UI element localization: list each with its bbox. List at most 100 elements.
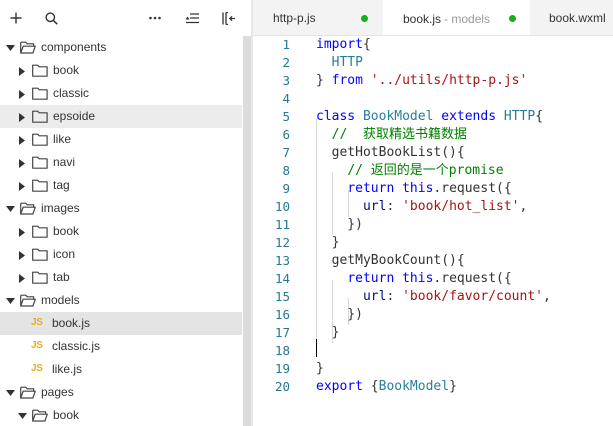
code-token: import xyxy=(316,37,363,52)
code-editor[interactable]: 1 import{2 HTTP 3} from '../utils/http-p.j… xyxy=(253,36,613,426)
line-number: 20 xyxy=(274,379,290,394)
line-number: 13 xyxy=(274,253,290,268)
code-token: class xyxy=(316,109,356,124)
folder-icon xyxy=(32,156,48,169)
code-token: { xyxy=(535,109,544,124)
tree-item-book[interactable]: book xyxy=(0,220,242,243)
chevron-right-icon[interactable] xyxy=(17,89,27,99)
tab-title: book.wxml xyxy=(549,11,606,25)
code-line: 1 import{ xyxy=(253,36,613,54)
code-token: { xyxy=(362,37,371,52)
code-token: (){ xyxy=(441,145,465,160)
tree-item-epsoide[interactable]: epsoide xyxy=(0,105,242,128)
code-text: } xyxy=(316,360,324,378)
tree-item-icon[interactable]: icon xyxy=(0,243,242,266)
line-number: 1 xyxy=(282,37,290,52)
code-token: : xyxy=(386,199,403,214)
code-token: } xyxy=(316,73,332,88)
collapse-sidebar-icon[interactable] xyxy=(219,8,239,28)
code-token: getMyBookCount xyxy=(331,253,442,268)
folder-open-icon xyxy=(20,294,36,307)
plus-icon[interactable] xyxy=(6,8,26,28)
tree-item-navi[interactable]: navi xyxy=(0,151,242,174)
line-number: 18 xyxy=(274,343,290,358)
code-token: (){ xyxy=(441,253,465,268)
chevron-right-icon[interactable] xyxy=(17,135,27,145)
code-token: } xyxy=(316,361,324,376)
tree-item-pages[interactable]: pages xyxy=(0,381,242,404)
code-line: 18 xyxy=(253,342,613,360)
tree-item-components[interactable]: components xyxy=(0,36,242,59)
tree-item-book[interactable]: book xyxy=(0,404,242,426)
tree-item-book-js[interactable]: JS book.js xyxy=(0,312,242,335)
code-line: 19} xyxy=(253,360,613,378)
line-number: 19 xyxy=(274,361,290,376)
chevron-right-icon[interactable] xyxy=(17,227,27,237)
tab-title: http-p.js xyxy=(273,11,316,25)
tree-item-classic[interactable]: classic xyxy=(0,82,242,105)
chevron-right-icon[interactable] xyxy=(17,158,27,168)
code-text: import{ xyxy=(316,36,371,54)
code-token: url xyxy=(362,199,387,214)
js-file-icon: JS xyxy=(31,340,43,351)
search-icon[interactable] xyxy=(41,8,61,28)
code-line: 7 getHotBookList(){ xyxy=(253,144,613,162)
code-token: 'book/hot_list' xyxy=(402,199,520,214)
code-text: class BookModel extends HTTP{ xyxy=(316,108,543,126)
tree-item-label: pages xyxy=(41,385,74,399)
chevron-down-icon[interactable] xyxy=(17,411,27,421)
code-token: getHotBookList xyxy=(331,145,442,160)
code-token: // 获取精选书籍数据 xyxy=(331,127,467,142)
code-line: 15 url: 'book/favor/count', xyxy=(253,288,613,306)
tree-item-like[interactable]: like xyxy=(0,128,242,151)
chevron-right-icon[interactable] xyxy=(17,250,27,260)
chevron-down-icon[interactable] xyxy=(5,296,15,306)
tab-book-js[interactable]: book.js - models xyxy=(383,0,530,35)
code-token: url xyxy=(362,289,387,304)
tab-http-p-js[interactable]: http-p.js xyxy=(253,0,383,35)
tree-item-images[interactable]: images xyxy=(0,197,242,220)
tree-item-like-js[interactable]: JS like.js xyxy=(0,358,242,381)
code-text: return this.request({ xyxy=(316,180,511,198)
line-number: 17 xyxy=(274,325,290,340)
code-line: 13 getMyBookCount(){ xyxy=(253,252,613,270)
chevron-right-icon[interactable] xyxy=(17,181,27,191)
folder-open-icon xyxy=(20,41,36,54)
chevron-down-icon[interactable] xyxy=(5,388,15,398)
code-token: BookModel xyxy=(362,109,434,124)
chevron-right-icon[interactable] xyxy=(17,273,27,283)
tree-item-book[interactable]: book xyxy=(0,59,242,82)
tree-item-label: navi xyxy=(53,155,76,169)
tree-item-label: classic xyxy=(53,86,90,100)
tree-item-tab[interactable]: tab xyxy=(0,266,242,289)
code-line: 10 url: 'book/hot_list', xyxy=(253,198,613,216)
chevron-right-icon[interactable] xyxy=(17,66,27,76)
chevron-down-icon[interactable] xyxy=(5,204,15,214)
code-token: , xyxy=(519,199,528,214)
tab-book-wxml[interactable]: book.wxml xyxy=(530,0,613,35)
sort-icon[interactable] xyxy=(182,8,202,28)
folder-icon xyxy=(32,248,48,261)
line-number: 8 xyxy=(282,163,290,178)
chevron-down-icon[interactable] xyxy=(5,43,15,53)
js-file-icon: JS xyxy=(31,317,43,328)
tree-item-models[interactable]: models xyxy=(0,289,242,312)
tree-item-tag[interactable]: tag xyxy=(0,174,242,197)
chevron-right-icon[interactable] xyxy=(17,112,27,122)
code-line: 9 return this.request({ xyxy=(253,180,613,198)
tree-item-label: like.js xyxy=(52,362,83,376)
code-token: : xyxy=(386,289,403,304)
more-horizontal-icon[interactable] xyxy=(145,8,165,28)
code-line: 17 } xyxy=(253,324,613,342)
folder-icon xyxy=(32,87,48,100)
tree-item-classic-js[interactable]: JS classic.js xyxy=(0,335,242,358)
tree-item-label: icon xyxy=(53,247,76,261)
code-text: getMyBookCount(){ xyxy=(316,252,465,270)
folder-icon xyxy=(32,271,48,284)
explorer-scrollbar[interactable] xyxy=(243,36,251,426)
folder-open-icon xyxy=(20,386,36,399)
